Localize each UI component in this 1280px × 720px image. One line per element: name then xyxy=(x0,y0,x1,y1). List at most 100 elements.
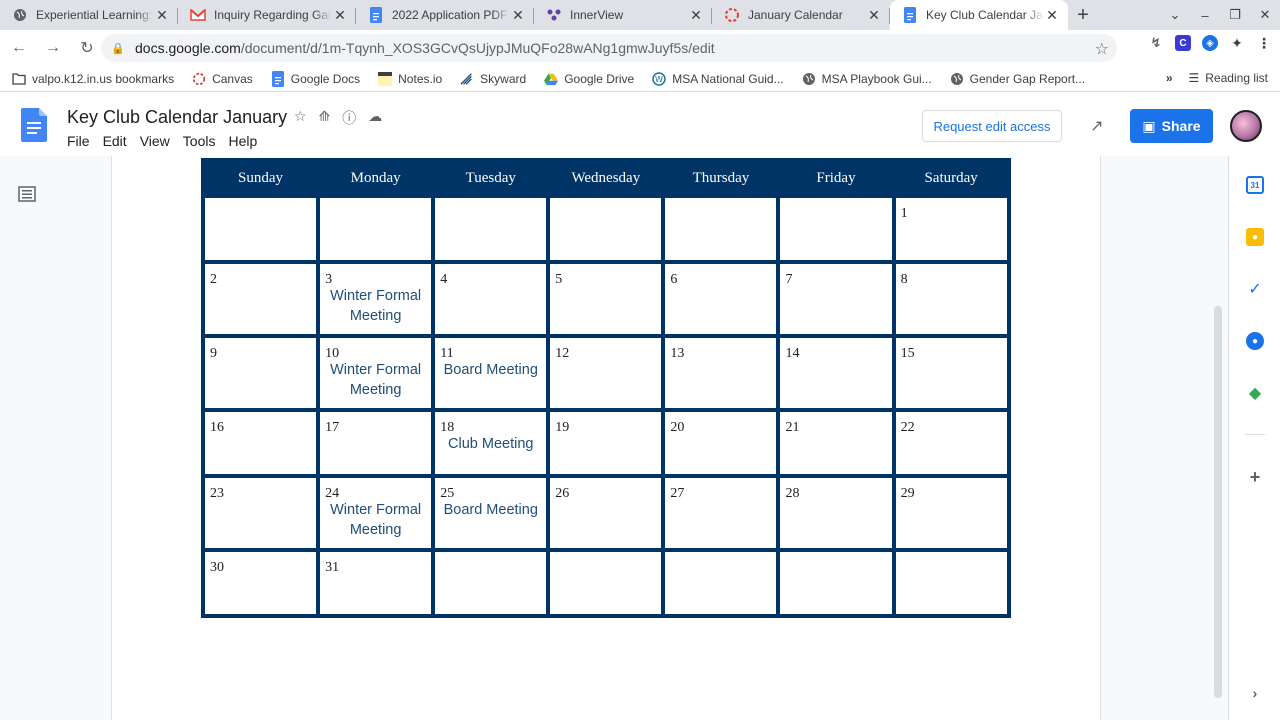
calendar-day-cell[interactable] xyxy=(550,198,662,260)
calendar-day-cell[interactable] xyxy=(205,198,317,260)
new-tab-button[interactable]: + xyxy=(1068,0,1098,30)
close-tab-icon[interactable]: ✕ xyxy=(332,7,348,23)
calendar-day-cell[interactable] xyxy=(780,552,892,614)
puzzle-icon[interactable]: ✦ xyxy=(1229,35,1245,51)
calendar-day-cell[interactable]: 13 xyxy=(665,338,777,408)
calendar-day-cell[interactable] xyxy=(665,198,777,260)
star-icon[interactable]: ☆ xyxy=(294,108,307,128)
lock-icon[interactable]: 🔒 xyxy=(111,42,125,55)
cloud-status-icon[interactable]: ☁ xyxy=(368,108,382,128)
calendar-icon[interactable]: 31 xyxy=(1246,176,1264,194)
calendar-day-cell[interactable] xyxy=(665,552,777,614)
calendar-day-cell[interactable]: 19 xyxy=(550,412,662,474)
bookmark-item[interactable]: Gender Gap Report... xyxy=(950,72,1085,86)
menu-help[interactable]: Help xyxy=(228,133,257,149)
tasks-icon[interactable]: ✓ xyxy=(1246,280,1264,298)
calendar-day-cell[interactable] xyxy=(435,552,547,614)
menu-file[interactable]: File xyxy=(67,133,90,149)
close-tab-icon[interactable]: ✕ xyxy=(1044,7,1060,23)
extension-icon[interactable]: ↯ xyxy=(1148,35,1164,51)
extension-shield-icon[interactable]: ◈ xyxy=(1202,35,1218,51)
close-tab-icon[interactable]: ✕ xyxy=(688,7,704,23)
minimize-icon[interactable]: – xyxy=(1190,8,1220,23)
bookmark-item[interactable]: Google Drive xyxy=(544,72,634,86)
close-tab-icon[interactable]: ✕ xyxy=(866,7,882,23)
bookmark-item[interactable]: Skyward xyxy=(460,72,526,86)
more-bookmarks-icon[interactable]: » xyxy=(1166,71,1173,85)
calendar-day-cell[interactable]: 27 xyxy=(665,478,777,548)
calendar-day-cell[interactable]: 6 xyxy=(665,264,777,334)
vertical-scrollbar[interactable] xyxy=(1214,306,1222,698)
reload-icon[interactable]: ↻ xyxy=(72,33,102,63)
calendar-day-cell[interactable]: 24 Winter Formal Meeting xyxy=(320,478,432,548)
request-edit-access-button[interactable]: Request edit access xyxy=(922,110,1062,142)
keep-icon[interactable]: ● xyxy=(1246,228,1264,246)
reading-list-button[interactable]: Reading list xyxy=(1205,71,1268,85)
browser-tab[interactable]: Experiential Learning: F ✕ xyxy=(0,0,178,30)
bookmark-item[interactable]: Canvas xyxy=(192,72,253,86)
menu-edit[interactable]: Edit xyxy=(103,133,127,149)
address-bar[interactable]: 🔒 docs.google.com/document/d/1m-Tqynh_XO… xyxy=(101,34,1117,62)
calendar-day-cell[interactable]: 7 xyxy=(780,264,892,334)
browser-tab[interactable]: 2022 Application PDF ✕ xyxy=(356,0,534,30)
calendar-day-cell[interactable]: 12 xyxy=(550,338,662,408)
back-icon[interactable]: ← xyxy=(4,33,34,63)
calendar-day-cell[interactable]: 21 xyxy=(780,412,892,474)
close-tab-icon[interactable]: ✕ xyxy=(154,7,170,23)
avatar[interactable] xyxy=(1230,110,1262,142)
calendar-day-cell[interactable]: 20 xyxy=(665,412,777,474)
more-vert-icon[interactable]: ⋮ xyxy=(1256,35,1272,51)
bookmark-item[interactable]: valpo.k12.in.us bookmarks xyxy=(12,72,174,86)
calendar-day-cell[interactable]: 14 xyxy=(780,338,892,408)
calendar-day-cell[interactable]: 31 xyxy=(320,552,432,614)
calendar-day-cell[interactable]: 5 xyxy=(550,264,662,334)
share-button[interactable]: ▣ Share xyxy=(1130,109,1213,143)
calendar-day-cell[interactable] xyxy=(435,198,547,260)
close-tab-icon[interactable]: ✕ xyxy=(510,7,526,23)
docs-logo-icon[interactable] xyxy=(21,108,47,142)
browser-tab[interactable]: Inquiry Regarding Gam ✕ xyxy=(178,0,356,30)
restore-icon[interactable]: ❐ xyxy=(1220,7,1250,23)
document-outline-icon[interactable] xyxy=(18,186,36,202)
calendar-day-cell[interactable]: 16 xyxy=(205,412,317,474)
calendar-day-cell[interactable]: 8 xyxy=(895,264,1007,334)
browser-tab[interactable]: Key Club Calendar Jan ✕ xyxy=(890,0,1068,30)
move-to-drive-icon[interactable]: ⟰ xyxy=(319,108,331,128)
calendar-day-cell[interactable]: 9 xyxy=(205,338,317,408)
bookmark-item[interactable]: Google Docs xyxy=(271,70,360,87)
calendar-day-cell[interactable]: 2 xyxy=(205,264,317,334)
browser-tab[interactable]: InnerView ✕ xyxy=(534,0,712,30)
calendar-day-cell[interactable] xyxy=(550,552,662,614)
menu-tools[interactable]: Tools xyxy=(183,133,216,149)
tab-search-icon[interactable]: ⌄ xyxy=(1160,7,1190,23)
calendar-day-cell[interactable]: 29 xyxy=(895,478,1007,548)
bookmark-star-icon[interactable]: ☆ xyxy=(1095,39,1109,59)
calendar-day-cell[interactable]: 25 Board Meeting xyxy=(435,478,547,548)
calendar-day-cell[interactable]: 28 xyxy=(780,478,892,548)
reading-list-icon[interactable]: ☰ xyxy=(1189,71,1200,85)
calendar-day-cell[interactable]: 22 xyxy=(895,412,1007,474)
extension-c-icon[interactable]: C xyxy=(1175,35,1191,51)
document-title[interactable]: Key Club Calendar January xyxy=(67,107,287,128)
calendar-day-cell[interactable]: 15 xyxy=(895,338,1007,408)
calendar-day-cell[interactable] xyxy=(780,198,892,260)
calendar-day-cell[interactable]: 23 xyxy=(205,478,317,548)
bookmark-item[interactable]: MSA Playbook Gui... xyxy=(802,72,932,86)
calendar-day-cell[interactable]: 17 xyxy=(320,412,432,474)
calendar-day-cell[interactable]: 30 xyxy=(205,552,317,614)
calendar-day-cell[interactable]: 1 xyxy=(895,198,1007,260)
calendar-day-cell[interactable]: 26 xyxy=(550,478,662,548)
calendar-day-cell[interactable] xyxy=(895,552,1007,614)
chevron-right-icon[interactable]: › xyxy=(1246,684,1264,702)
calendar-day-cell[interactable]: 3 Winter Formal Meeting xyxy=(320,264,432,334)
calendar-day-cell[interactable]: 10 Winter Formal Meeting xyxy=(320,338,432,408)
calendar-day-cell[interactable] xyxy=(320,198,432,260)
calendar-day-cell[interactable]: 18 Club Meeting xyxy=(435,412,547,474)
browser-tab[interactable]: January Calendar ✕ xyxy=(712,0,890,30)
bookmark-item[interactable]: Notes.io xyxy=(378,71,442,86)
bookmark-item[interactable]: W MSA National Guid... xyxy=(652,72,784,86)
close-window-icon[interactable]: ✕ xyxy=(1250,7,1280,23)
maps-icon[interactable]: ◆ xyxy=(1246,384,1264,402)
document-page[interactable]: Sunday Monday Tuesday Wednesday Thursday Frid… xyxy=(111,156,1101,720)
calendar-day-cell[interactable]: 4 xyxy=(435,264,547,334)
